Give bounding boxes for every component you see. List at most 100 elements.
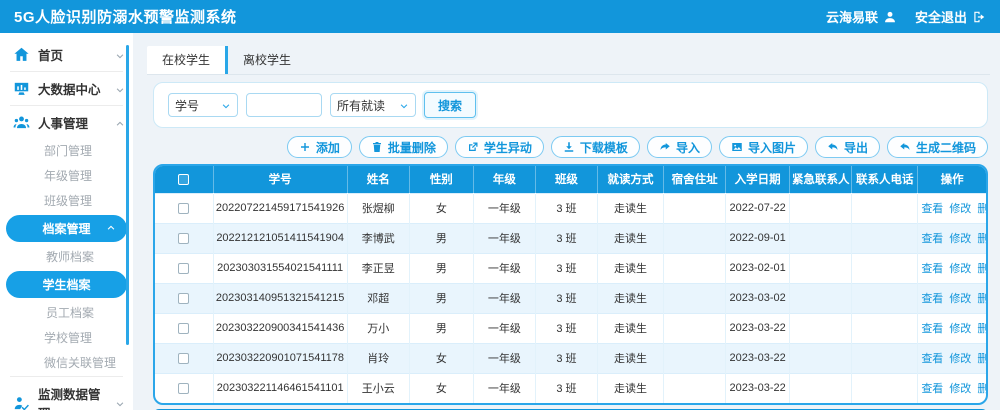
export-icon <box>827 141 839 153</box>
search-button[interactable]: 搜索 <box>424 92 476 118</box>
row-actions-cell: 查看修改删除 <box>918 193 986 223</box>
select-all-checkbox[interactable] <box>178 174 189 185</box>
user-icon <box>883 10 897 24</box>
row-checkbox[interactable] <box>178 293 189 304</box>
row-action-delete[interactable]: 删除 <box>977 353 986 365</box>
row-action-view[interactable]: 查看 <box>921 353 943 365</box>
col-contact-phone: 联系人电话 <box>852 166 918 193</box>
cell-dorm-address <box>664 253 726 283</box>
cell-student-id: 202207221459171541926 <box>213 193 347 223</box>
cell-enroll-date: 2022-07-22 <box>726 193 790 223</box>
row-action-edit[interactable]: 修改 <box>949 233 971 245</box>
student-row: 202303140951321541215邓超男一年级3 班走读生2023-03… <box>155 283 986 313</box>
image-icon <box>731 141 743 153</box>
col-study-mode: 就读方式 <box>597 166 663 193</box>
row-checkbox[interactable] <box>178 323 189 334</box>
row-actions-cell: 查看修改删除 <box>918 373 986 403</box>
tab-bar: 在校学生 离校学生 <box>147 46 990 75</box>
students-table: 学号 姓名 性别 年级 班级 就读方式 宿舍住址 入学日期 紧急联系人 联系人电… <box>153 164 988 405</box>
cell-class-name: 3 班 <box>535 223 597 253</box>
cell-enroll-date: 2022-09-01 <box>726 223 790 253</box>
search-panel: 学号 所有就读 搜索 <box>153 82 988 128</box>
sidebar-scrollbar[interactable] <box>126 45 129 345</box>
import-images-button[interactable]: 导入图片 <box>719 136 808 158</box>
cell-contact-phone <box>852 223 918 253</box>
sidebar-subitem-department[interactable]: 部门管理 <box>0 138 133 163</box>
cell-student-id: 202303031554021541111 <box>213 253 347 283</box>
row-action-edit[interactable]: 修改 <box>949 263 971 275</box>
cell-gender: 女 <box>409 373 473 403</box>
row-action-edit[interactable]: 修改 <box>949 353 971 365</box>
cell-class-name: 3 班 <box>535 343 597 373</box>
cell-name: 李博武 <box>347 223 409 253</box>
toolbar: 添加 批量删除 学生异动 下载模板 导入 导入图片 <box>153 136 988 158</box>
row-action-edit[interactable]: 修改 <box>949 203 971 215</box>
import-button[interactable]: 导入 <box>647 136 712 158</box>
field-select[interactable]: 学号 <box>168 93 238 117</box>
row-action-delete[interactable]: 删除 <box>977 203 986 215</box>
row-action-edit[interactable]: 修改 <box>949 383 971 395</box>
sidebar-subitem-student-archives[interactable]: 学生档案 <box>6 271 127 298</box>
study-mode-select[interactable]: 所有就读 <box>330 93 416 117</box>
sidebar-subitem-teacher-archives[interactable]: 教师档案 <box>0 244 133 269</box>
cell-contact-phone <box>852 193 918 223</box>
col-enroll-date: 入学日期 <box>726 166 790 193</box>
row-action-delete[interactable]: 删除 <box>977 263 986 275</box>
row-checkbox[interactable] <box>178 353 189 364</box>
sidebar-subitem-wechat[interactable]: 微信关联管理 <box>0 350 133 375</box>
row-action-delete[interactable]: 删除 <box>977 233 986 245</box>
export-button[interactable]: 导出 <box>815 136 880 158</box>
row-checkbox[interactable] <box>178 203 189 214</box>
row-actions-cell: 查看修改删除 <box>918 223 986 253</box>
user-menu[interactable]: 云海易联 <box>826 7 897 26</box>
chevron-up-icon <box>115 118 125 128</box>
row-action-delete[interactable]: 删除 <box>977 383 986 395</box>
generate-qrcode-button[interactable]: 生成二维码 <box>887 136 988 158</box>
row-action-view[interactable]: 查看 <box>921 263 943 275</box>
sidebar-item-monitor-data[interactable]: 监测数据管理 <box>0 378 133 410</box>
select-all-cell <box>155 166 213 193</box>
keyword-input[interactable] <box>246 93 322 117</box>
sidebar-item-label: 首页 <box>38 45 63 64</box>
home-icon <box>13 46 30 63</box>
sidebar-subitem-archives[interactable]: 档案管理 <box>6 215 127 242</box>
sidebar-subitem-staff-archives[interactable]: 员工档案 <box>0 300 133 325</box>
cell-name: 李正昱 <box>347 253 409 283</box>
row-actions-cell: 查看修改删除 <box>918 283 986 313</box>
row-checkbox[interactable] <box>178 383 189 394</box>
row-checkbox[interactable] <box>178 263 189 274</box>
row-action-view[interactable]: 查看 <box>921 233 943 245</box>
sidebar-subitem-class[interactable]: 班级管理 <box>0 188 133 213</box>
row-action-edit[interactable]: 修改 <box>949 293 971 305</box>
logout-button[interactable]: 安全退出 <box>915 7 986 26</box>
student-move-button[interactable]: 学生异动 <box>455 136 544 158</box>
col-gender: 性别 <box>409 166 473 193</box>
sidebar-subitem-grade[interactable]: 年级管理 <box>0 163 133 188</box>
row-action-view[interactable]: 查看 <box>921 203 943 215</box>
row-action-view[interactable]: 查看 <box>921 323 943 335</box>
cell-grade: 一年级 <box>473 283 535 313</box>
cell-emergency-contact <box>790 253 852 283</box>
row-action-delete[interactable]: 删除 <box>977 293 986 305</box>
cell-grade: 一年级 <box>473 343 535 373</box>
row-action-view[interactable]: 查看 <box>921 383 943 395</box>
row-actions-cell: 查看修改删除 <box>918 313 986 343</box>
row-action-view[interactable]: 查看 <box>921 293 943 305</box>
download-template-button[interactable]: 下载模板 <box>551 136 640 158</box>
tab-left-students[interactable]: 离校学生 <box>228 46 306 74</box>
row-action-edit[interactable]: 修改 <box>949 323 971 335</box>
sidebar-item-personnel[interactable]: 人事管理 <box>0 107 133 138</box>
cell-grade: 一年级 <box>473 223 535 253</box>
sidebar-item-big-data-center[interactable]: 大数据中心 <box>0 73 133 104</box>
row-action-delete[interactable]: 删除 <box>977 323 986 335</box>
cell-grade: 一年级 <box>473 373 535 403</box>
row-checkbox-cell <box>155 193 213 223</box>
tab-enrolled-students[interactable]: 在校学生 <box>147 46 228 74</box>
sidebar-subitem-school[interactable]: 学校管理 <box>0 325 133 350</box>
sidebar-item-home[interactable]: 首页 <box>0 39 133 70</box>
batch-delete-button[interactable]: 批量删除 <box>359 136 448 158</box>
row-checkbox[interactable] <box>178 233 189 244</box>
add-button[interactable]: 添加 <box>287 136 352 158</box>
col-dorm: 宿舍住址 <box>664 166 726 193</box>
chevron-up-icon <box>106 222 116 232</box>
